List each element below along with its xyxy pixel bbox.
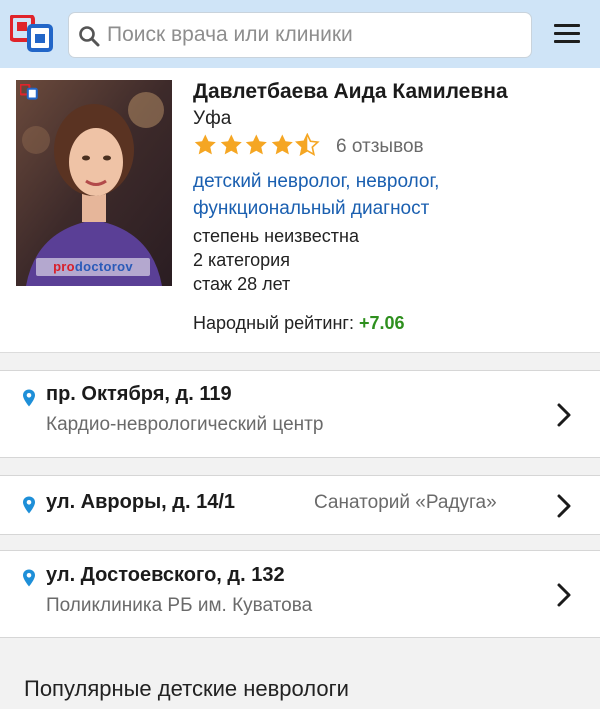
doctor-name: Давлетбаева Аида Камилевна xyxy=(193,80,508,103)
doctor-photo[interactable]: prodoctorov xyxy=(16,80,172,286)
degree-text: степень неизвестна xyxy=(193,226,359,246)
specialty-link[interactable]: невролог xyxy=(356,171,434,192)
people-rating: Народный рейтинг: +7.06 xyxy=(193,313,405,334)
location-pin-icon xyxy=(23,389,35,407)
rating-stars xyxy=(193,133,321,159)
category-text: 2 категория xyxy=(193,250,290,270)
hamburger-menu-icon[interactable] xyxy=(554,24,582,46)
address-street: ул. Достоевского, д. 132 xyxy=(46,564,285,586)
reviews-link[interactable]: 6 отзывов xyxy=(336,136,424,158)
clinic-name: Поликлиника РБ им. Куватова xyxy=(46,595,313,616)
photo-logo-icon xyxy=(20,84,38,100)
star-icon xyxy=(220,134,242,155)
chevron-right-icon xyxy=(557,403,571,427)
star-icon xyxy=(194,134,216,155)
address-card[interactable]: пр. Октября, д. 119 Кардио-неврологическ… xyxy=(0,370,600,458)
address-street: ул. Авроры, д. 14/1 xyxy=(46,491,235,513)
search-input[interactable] xyxy=(107,19,522,51)
location-pin-icon xyxy=(23,496,35,514)
search-icon xyxy=(79,26,100,47)
address-street: пр. Октября, д. 119 xyxy=(46,383,232,405)
chevron-right-icon xyxy=(557,494,571,518)
clinic-name: Санаторий «Радуга» xyxy=(314,492,497,513)
doctor-card: prodoctorov Давлетбаева Аида Камилевна У… xyxy=(0,68,600,353)
address-card[interactable]: ул. Достоевского, д. 132 Поликлиника РБ … xyxy=(0,550,600,638)
prodoctorov-logo-icon[interactable] xyxy=(10,15,54,53)
star-icon xyxy=(245,134,267,155)
doctor-city: Уфа xyxy=(193,108,232,129)
section-title: Популярные детские неврологи xyxy=(24,676,349,701)
rating-label: Народный рейтинг: xyxy=(193,313,354,333)
specialty-link[interactable]: детский невролог xyxy=(193,171,345,192)
rating-value: +7.06 xyxy=(358,313,405,333)
chevron-right-icon xyxy=(557,583,571,607)
specialty-link[interactable]: функциональный диагност xyxy=(193,198,429,219)
experience-text: стаж 28 лет xyxy=(193,274,291,294)
specialties: детский невролог, невролог, функциональны… xyxy=(193,171,440,219)
top-bar xyxy=(0,0,600,68)
half-star-icon xyxy=(295,133,320,156)
clinic-name: Кардио-неврологический центр xyxy=(46,414,324,435)
address-card[interactable]: ул. Авроры, д. 14/1 Санаторий «Радуга» xyxy=(0,475,600,535)
search-box[interactable] xyxy=(68,12,532,58)
location-pin-icon xyxy=(23,569,35,587)
star-icon xyxy=(271,134,293,155)
photo-watermark: prodoctorov xyxy=(36,258,150,276)
